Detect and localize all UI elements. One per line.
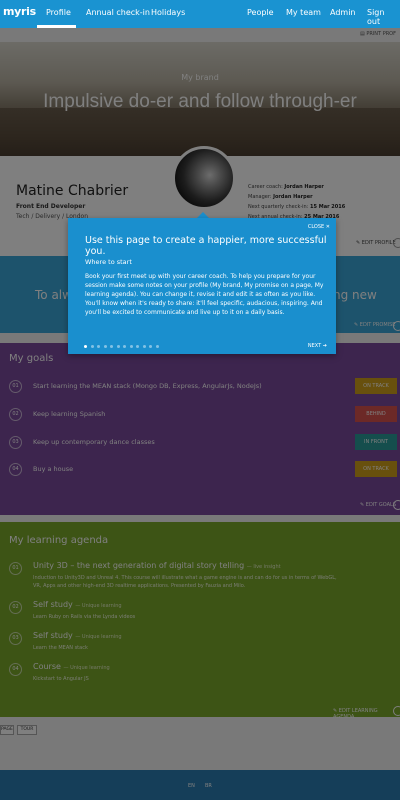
popover-title: Use this page to create a happier, more … xyxy=(85,235,327,257)
close-button[interactable]: CLOSE ✕ xyxy=(308,224,330,230)
next-button[interactable]: NEXT ➔ xyxy=(308,343,327,349)
popover-subtitle: Where to start xyxy=(85,258,132,266)
step-dot[interactable] xyxy=(136,345,139,348)
nav-item-annual-check-in[interactable]: Annual check-in xyxy=(86,8,150,17)
nav-item-my-team[interactable]: My team xyxy=(286,8,321,17)
step-dot[interactable] xyxy=(97,345,100,348)
close-icon: ✕ xyxy=(325,224,330,230)
nav-item-holidays[interactable]: Holidays xyxy=(151,8,185,17)
step-dot[interactable] xyxy=(116,345,120,348)
nav-item-admin[interactable]: Admin xyxy=(330,8,356,17)
step-dot[interactable] xyxy=(84,345,87,348)
step-dot[interactable] xyxy=(90,345,94,348)
logo[interactable]: myris xyxy=(3,5,36,18)
step-dot[interactable] xyxy=(103,345,107,348)
step-dot[interactable] xyxy=(129,345,133,348)
nav-item-profile[interactable]: Profile xyxy=(46,8,71,17)
step-dot[interactable] xyxy=(149,345,152,348)
close-label: CLOSE xyxy=(307,224,325,230)
nav-item-people[interactable]: People xyxy=(247,8,274,17)
next-label: NEXT xyxy=(307,343,322,349)
tour-popover: CLOSE ✕ Use this page to create a happie… xyxy=(68,218,336,354)
step-dot[interactable] xyxy=(123,345,126,348)
top-nav: myris Profile Annual check-in Holidays P… xyxy=(0,0,400,28)
tour-overlay[interactable] xyxy=(0,28,400,800)
arrow-right-icon: ➔ xyxy=(322,343,327,349)
nav-item-sign-out[interactable]: Sign out xyxy=(367,8,400,26)
step-dot[interactable] xyxy=(155,345,159,348)
popover-body: Book your first meet up with your career… xyxy=(85,273,324,316)
step-dot[interactable] xyxy=(110,345,113,348)
step-dot[interactable] xyxy=(142,345,146,348)
